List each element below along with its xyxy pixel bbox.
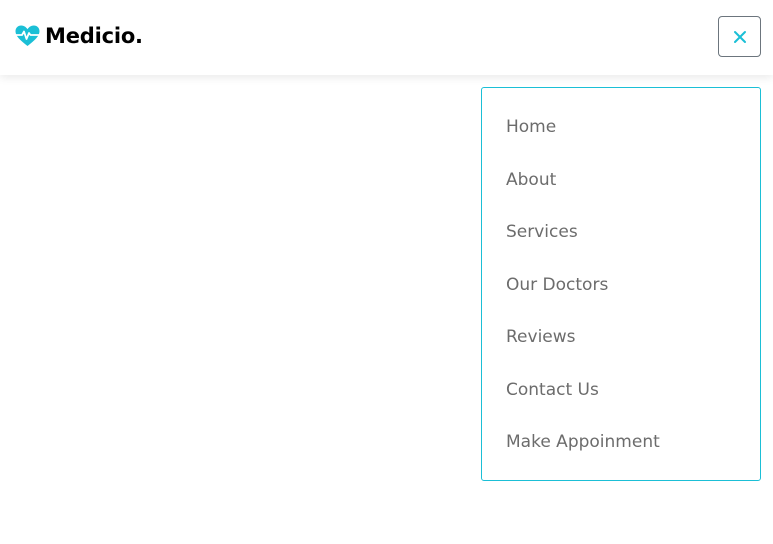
brand-logo[interactable]: Medicio.	[15, 22, 143, 50]
brand-name: Medicio.	[45, 24, 143, 48]
close-menu-button[interactable]	[718, 16, 761, 57]
nav-item-our-doctors[interactable]: Our Doctors	[482, 259, 760, 312]
nav-item-contact-us[interactable]: Contact Us	[482, 364, 760, 417]
nav-item-reviews[interactable]: Reviews	[482, 311, 760, 364]
nav-item-about[interactable]: About	[482, 154, 760, 207]
close-icon	[733, 30, 747, 44]
nav-dropdown-menu: Home About Services Our Doctors Reviews …	[481, 87, 761, 481]
nav-item-home[interactable]: Home	[482, 101, 760, 154]
nav-item-services[interactable]: Services	[482, 206, 760, 259]
nav-item-make-appointment[interactable]: Make Appoinment	[482, 416, 760, 469]
site-header: Medicio.	[0, 0, 773, 75]
nav-list: Home About Services Our Doctors Reviews …	[482, 101, 760, 469]
heartbeat-icon	[15, 25, 40, 47]
